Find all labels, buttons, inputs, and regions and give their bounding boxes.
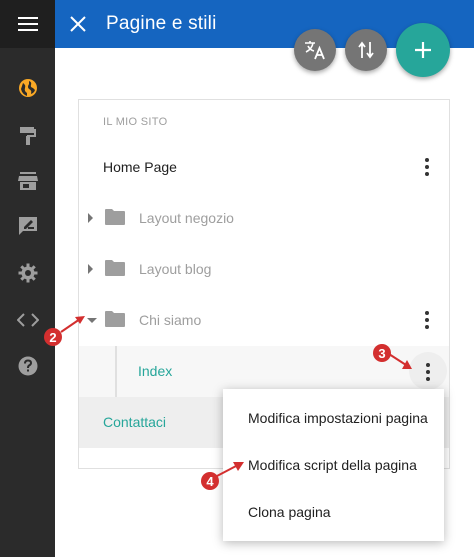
folder-icon — [105, 260, 125, 276]
page-item-layout-negozio[interactable]: Layout negozio — [79, 193, 449, 244]
globe-icon — [18, 79, 37, 97]
sort-button[interactable] — [345, 29, 387, 71]
close-button[interactable] — [67, 13, 89, 35]
paint-roller-icon — [19, 127, 36, 145]
page-title: Pagine e stili — [106, 13, 217, 34]
page-item-layout-blog[interactable]: Layout blog — [79, 244, 449, 295]
hamburger-icon — [17, 17, 38, 31]
folder-icon — [105, 209, 125, 225]
section-label: IL MIO SITO — [103, 116, 168, 128]
menu-item-clone-page[interactable]: Clona pagina — [248, 504, 331, 520]
annotation-arrow — [216, 462, 244, 477]
swap-vert-icon — [358, 41, 374, 59]
tree-connector — [115, 346, 117, 397]
expand-caret-icon[interactable] — [88, 213, 93, 223]
close-icon — [70, 16, 86, 32]
plus-icon — [415, 42, 431, 58]
page-item-label: Chi siamo — [139, 312, 202, 328]
gear-icon — [18, 263, 37, 283]
more-vert-icon[interactable] — [417, 155, 437, 179]
menu-button[interactable] — [0, 0, 55, 48]
help-icon — [18, 356, 37, 376]
sidebar-item-design[interactable] — [0, 119, 55, 153]
code-icon — [16, 313, 39, 327]
sidebar-item-site[interactable] — [0, 71, 55, 105]
sidebar-item-reviews[interactable] — [0, 209, 55, 243]
page-item-label: Contattaci — [103, 414, 167, 430]
sidebar-item-settings[interactable] — [0, 256, 55, 290]
menu-item-edit-page-settings[interactable]: Modifica impostazioni pagina — [248, 410, 428, 426]
translate-button[interactable] — [294, 29, 336, 71]
page-item-label: Layout blog — [139, 261, 212, 277]
more-vert-icon[interactable] — [417, 308, 437, 332]
sidebar-item-store[interactable] — [0, 164, 55, 198]
collapse-caret-icon[interactable] — [87, 318, 97, 323]
more-vert-icon[interactable] — [418, 360, 438, 384]
store-icon — [17, 172, 38, 190]
page-item-label: Layout negozio — [139, 210, 234, 226]
add-button[interactable] — [396, 23, 450, 77]
page-item-label: Home Page — [103, 159, 177, 175]
annotation-arrow — [60, 316, 85, 333]
sidebar-item-help[interactable] — [0, 349, 55, 383]
page-item-home[interactable]: Home Page — [79, 142, 449, 193]
page-item-label: Index — [138, 363, 173, 379]
translate-icon — [305, 41, 325, 60]
menu-item-edit-page-script[interactable]: Modifica script della pagina — [248, 457, 417, 473]
folder-icon — [105, 311, 125, 327]
rate-review-icon — [18, 217, 37, 235]
page-context-menu: Modifica impostazioni pagina Modifica sc… — [223, 389, 444, 541]
left-sidebar — [0, 0, 55, 557]
expand-caret-icon[interactable] — [88, 264, 93, 274]
page-item-chi-siamo[interactable]: Chi siamo — [79, 295, 449, 346]
annotation-arrow — [388, 353, 412, 369]
